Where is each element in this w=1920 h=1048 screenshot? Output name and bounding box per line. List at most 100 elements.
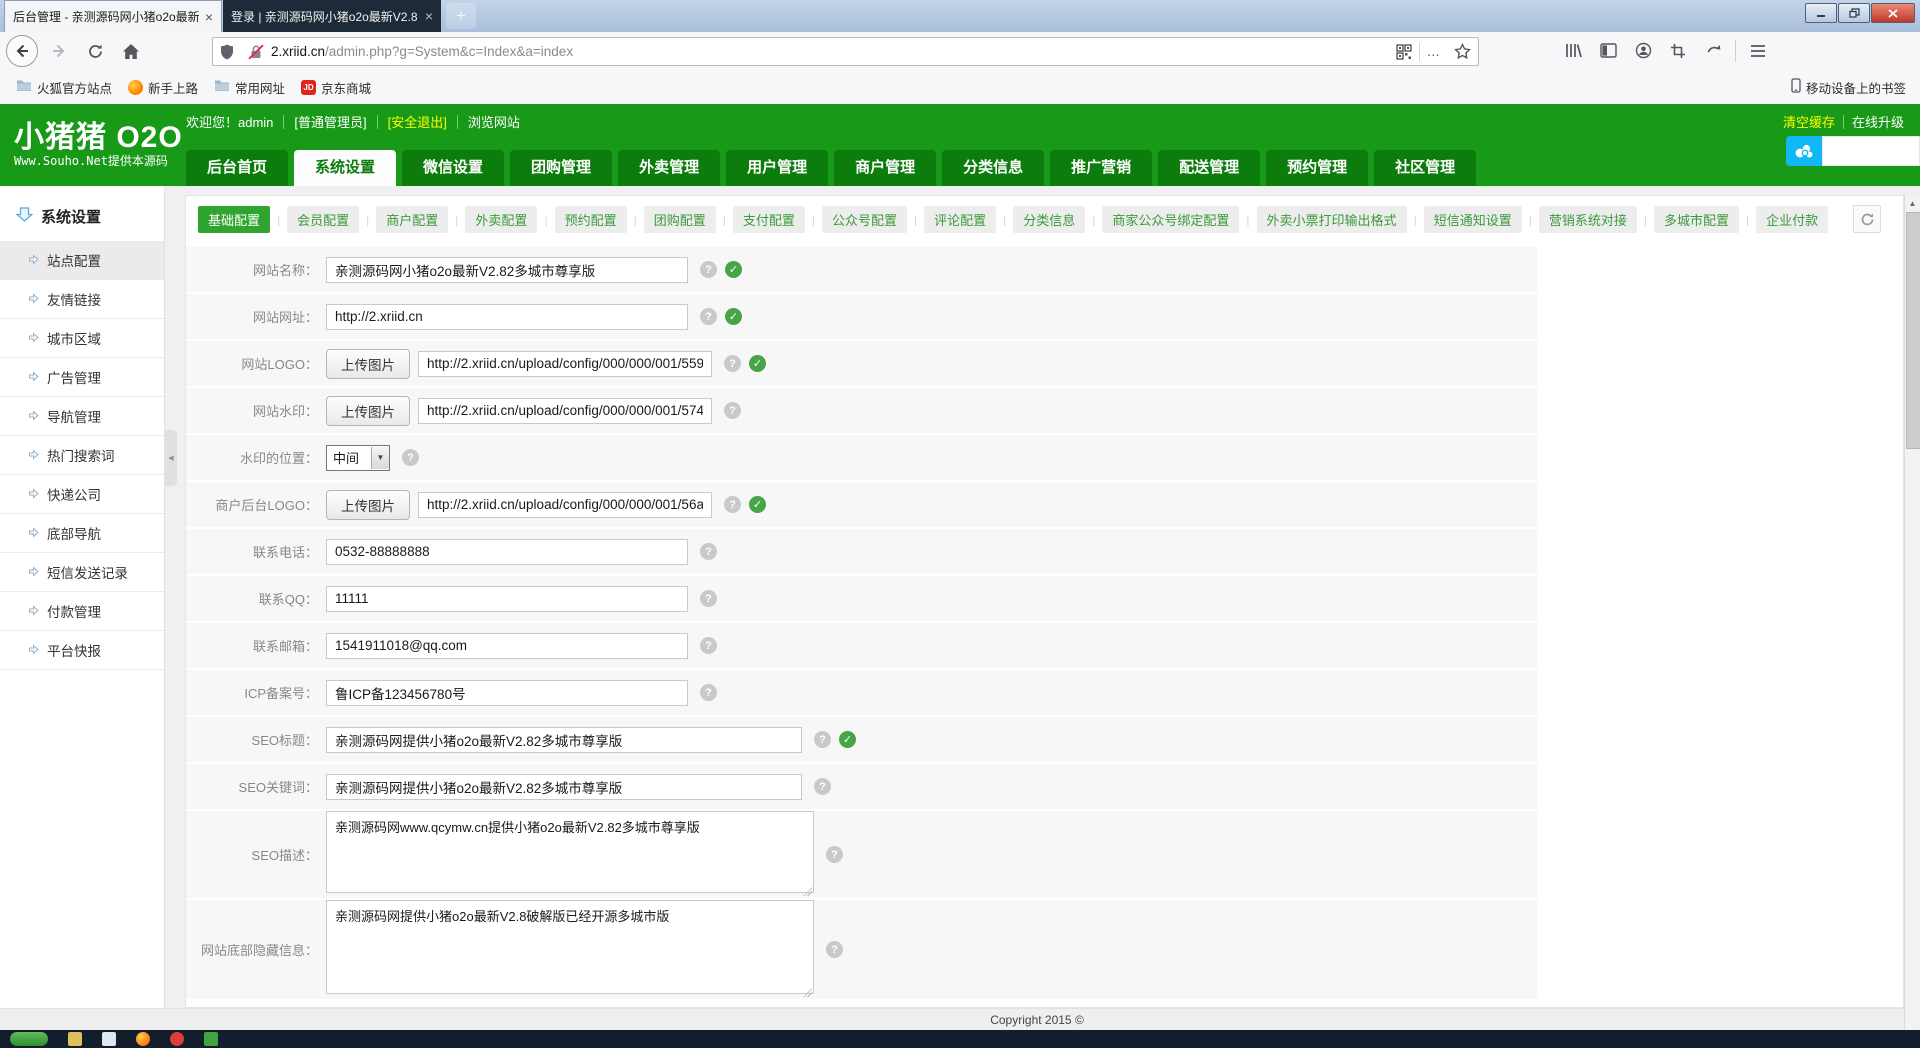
bookmark-mobile[interactable]: 移动设备上的书签 [1791, 78, 1906, 97]
help-icon[interactable]: ? [826, 846, 843, 863]
minimize-button[interactable] [1805, 3, 1837, 23]
home-icon[interactable] [116, 36, 146, 66]
subtab[interactable]: 商家公众号绑定配置 [1102, 206, 1239, 233]
help-icon[interactable]: ? [814, 731, 831, 748]
logout-link[interactable]: [安全退出] [388, 112, 447, 131]
subtab[interactable]: 团购配置 [644, 206, 716, 233]
tab-close-icon[interactable]: × [425, 8, 433, 24]
url-bar[interactable]: 2.xriid.cn/admin.php?g=System&c=Index&a=… [212, 37, 1479, 66]
page-scrollbar[interactable]: ▲ [1904, 195, 1920, 1030]
nav-tab[interactable]: 外卖管理 [618, 150, 720, 186]
sidebar-item[interactable]: 付款管理 [0, 592, 164, 631]
help-icon[interactable]: ? [724, 496, 741, 513]
sidebar-item[interactable]: 快递公司 [0, 475, 164, 514]
help-icon[interactable]: ? [700, 637, 717, 654]
account-icon[interactable] [1630, 37, 1656, 64]
field-input[interactable] [326, 774, 802, 800]
browser-tab[interactable]: 后台管理 - 亲测源码网小猪o2o最新× [4, 0, 222, 32]
help-icon[interactable]: ? [700, 543, 717, 560]
field-input[interactable] [326, 586, 688, 612]
menu-icon[interactable] [1745, 37, 1771, 64]
field-input[interactable] [418, 492, 712, 518]
scrollbar-up-icon[interactable]: ▲ [1905, 195, 1920, 211]
sidebar-item[interactable]: 底部导航 [0, 514, 164, 553]
qq-cloud-icon[interactable] [1786, 136, 1822, 166]
bookmark-star-icon[interactable] [1447, 43, 1478, 60]
field-textarea[interactable]: 亲测源码网www.qcymw.cn提供小猪o2o最新V2.82多城市尊享版 [326, 811, 814, 893]
upload-image-button[interactable]: 上传图片 [326, 490, 410, 520]
field-input[interactable] [326, 539, 688, 565]
upload-image-button[interactable]: 上传图片 [326, 349, 410, 379]
subtab[interactable]: 营销系统对接 [1539, 206, 1637, 233]
subtab[interactable]: 会员配置 [287, 206, 359, 233]
reload-icon[interactable] [80, 36, 110, 66]
subtab[interactable]: 外卖配置 [465, 206, 537, 233]
tab-close-icon[interactable]: × [205, 9, 213, 25]
browse-site-link[interactable]: 浏览网站 [468, 112, 520, 131]
subtab[interactable]: 多城市配置 [1654, 206, 1739, 233]
refresh-button[interactable] [1853, 205, 1881, 233]
field-input[interactable] [326, 257, 688, 283]
nav-tab[interactable]: 预约管理 [1266, 150, 1368, 186]
help-icon[interactable]: ? [814, 778, 831, 795]
nav-tab[interactable]: 团购管理 [510, 150, 612, 186]
field-input[interactable] [418, 351, 712, 377]
forward-icon[interactable] [44, 36, 74, 66]
sidebar-item[interactable]: 短信发送记录 [0, 553, 164, 592]
subtab[interactable]: 支付配置 [733, 206, 805, 233]
subtab[interactable]: 基础配置 [198, 206, 270, 233]
firefox-icon[interactable] [136, 1032, 150, 1046]
explorer-icon[interactable] [102, 1032, 116, 1046]
subtab[interactable]: 评论配置 [924, 206, 996, 233]
screenshot-icon[interactable] [1665, 37, 1691, 64]
scrollbar-thumb[interactable] [1906, 212, 1920, 449]
upload-image-button[interactable]: 上传图片 [326, 396, 410, 426]
subtab[interactable]: 分类信息 [1013, 206, 1085, 233]
subtab[interactable]: 预约配置 [555, 206, 627, 233]
nav-tab[interactable]: 推广营销 [1050, 150, 1152, 186]
subtab[interactable]: 外卖小票打印输出格式 [1257, 206, 1407, 233]
shield-icon[interactable] [213, 44, 241, 60]
new-tab-button[interactable]: + [446, 3, 476, 29]
sidebar-item[interactable]: 导航管理 [0, 397, 164, 436]
field-input[interactable] [326, 633, 688, 659]
sidebar-item[interactable]: 平台快报 [0, 631, 164, 670]
qq-contact-widget[interactable] [1786, 136, 1920, 166]
subtab[interactable]: 商户配置 [376, 206, 448, 233]
field-textarea[interactable]: 亲测源码网提供小猪o2o最新V2.8破解版已经开源多城市版 [326, 900, 814, 994]
library-icon[interactable] [1560, 37, 1586, 64]
qr-code-icon[interactable] [1389, 44, 1419, 60]
help-icon[interactable]: ? [700, 261, 717, 278]
subtab[interactable]: 公众号配置 [822, 206, 907, 233]
browser-tab[interactable]: 登录 | 亲测源码网小猪o2o最新V2.8× [223, 0, 441, 32]
folder-icon[interactable] [68, 1032, 82, 1046]
help-icon[interactable]: ? [724, 402, 741, 419]
help-icon[interactable]: ? [826, 941, 843, 958]
watermark-position-select[interactable]: 中间▼ [326, 445, 390, 471]
subtab[interactable]: 企业付款 [1756, 206, 1828, 233]
nav-tab[interactable]: 配送管理 [1158, 150, 1260, 186]
sidebar-item[interactable]: 广告管理 [0, 358, 164, 397]
start-button[interactable] [10, 1032, 48, 1046]
restore-button[interactable] [1838, 3, 1870, 23]
nav-tab[interactable]: 社区管理 [1374, 150, 1476, 186]
sidebar-panel-icon[interactable] [1595, 37, 1621, 64]
clear-cache-link[interactable]: 清空缓存 [1783, 112, 1835, 131]
nav-tab[interactable]: 商户管理 [834, 150, 936, 186]
help-icon[interactable]: ? [700, 684, 717, 701]
green-app-icon[interactable] [204, 1032, 218, 1046]
sidebar-item[interactable]: 友情链接 [0, 280, 164, 319]
field-input[interactable] [326, 680, 688, 706]
back-icon[interactable] [6, 35, 38, 67]
help-icon[interactable]: ? [700, 590, 717, 607]
bookmark-item[interactable]: 新手上路 [128, 78, 198, 97]
bookmark-item[interactable]: 火狐官方站点 [16, 78, 112, 97]
sidebar-collapse-handle[interactable]: ◀ [165, 430, 177, 486]
insecure-connection-icon[interactable] [241, 44, 271, 60]
nav-tab[interactable]: 系统设置 [294, 150, 396, 186]
help-icon[interactable]: ? [724, 355, 741, 372]
chevron-down-icon[interactable]: ▼ [371, 447, 389, 469]
nav-tab[interactable]: 微信设置 [402, 150, 504, 186]
field-input[interactable] [326, 727, 802, 753]
help-icon[interactable]: ? [402, 449, 419, 466]
